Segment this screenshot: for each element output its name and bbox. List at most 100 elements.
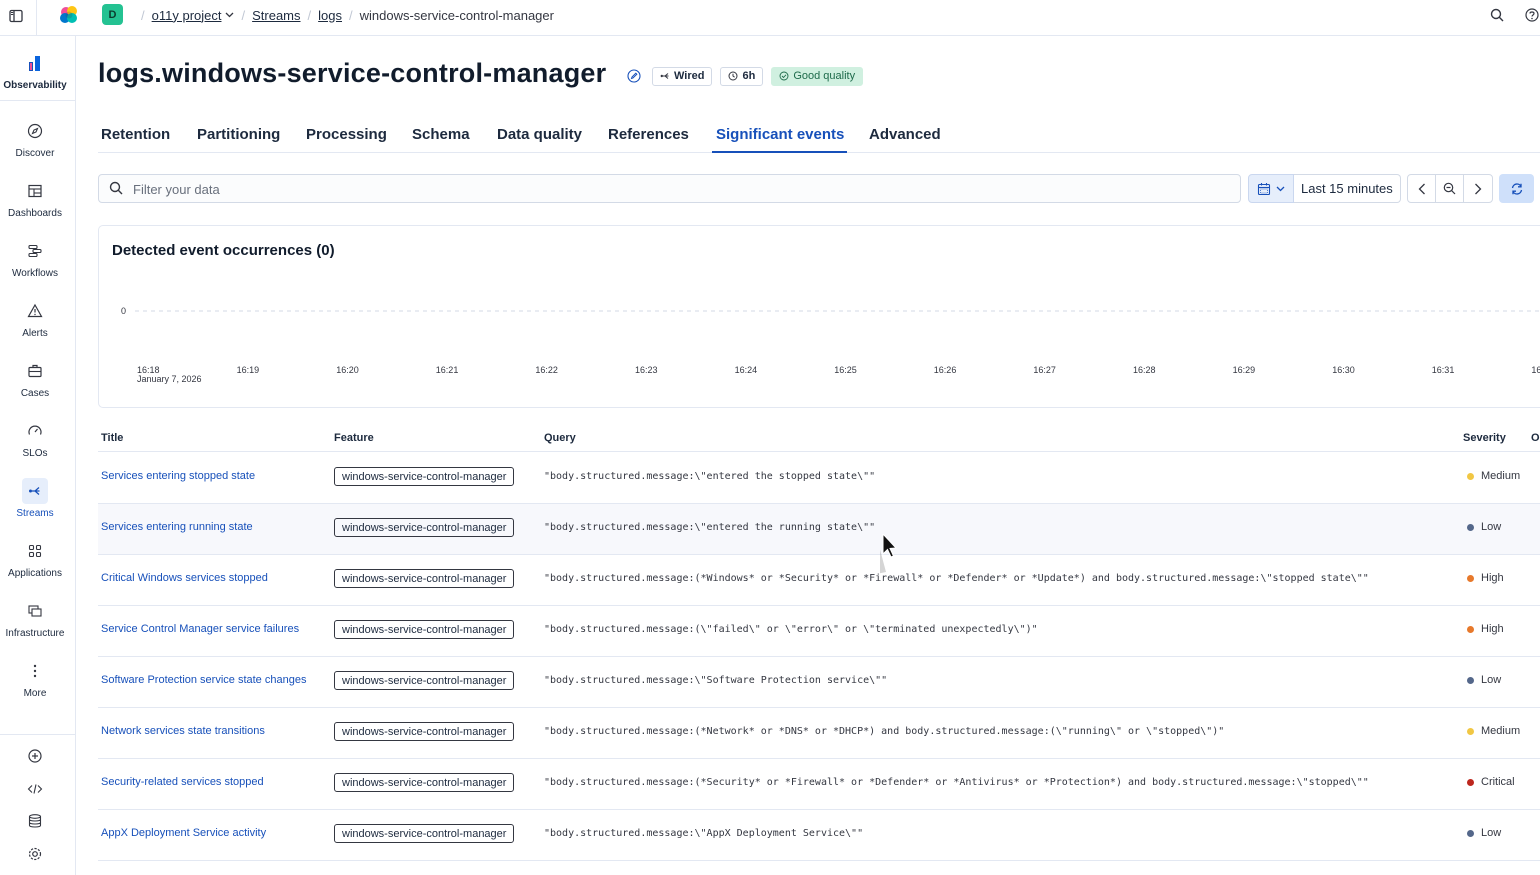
elastic-logo-icon[interactable] — [58, 4, 80, 26]
table-row[interactable]: Service Control Manager service failures… — [98, 606, 1540, 657]
zoom-out-icon — [1443, 182, 1456, 195]
event-title-link[interactable]: AppX Deployment Service activity — [101, 827, 266, 839]
table-row[interactable]: Services entering running state windows-s… — [98, 504, 1540, 555]
quick-select-button[interactable] — [1248, 174, 1294, 203]
table-row[interactable]: Services entering stopped state windows-s… — [98, 453, 1540, 504]
event-title-link[interactable]: Service Control Manager service failures — [101, 623, 299, 635]
feature-badge[interactable]: windows-service-control-manager — [334, 671, 515, 690]
more-icon — [22, 658, 48, 684]
time-nav-group — [1407, 174, 1493, 203]
nav-alerts[interactable]: Alerts — [0, 298, 70, 339]
breadcrumb-logs[interactable]: logs — [318, 8, 342, 23]
severity-dot-icon — [1467, 829, 1474, 837]
table-row[interactable]: Software Protection service state change… — [98, 657, 1540, 708]
nav-more[interactable]: More — [0, 658, 70, 699]
severity-badge: High — [1467, 623, 1504, 635]
event-title-link[interactable]: Critical Windows services stopped — [101, 572, 268, 584]
chevron-right-icon — [1474, 183, 1482, 195]
gear-icon[interactable] — [0, 846, 70, 862]
time-range-button[interactable]: Last 15 minutes — [1294, 174, 1401, 203]
search-icon[interactable] — [1488, 6, 1506, 24]
nav-label: Workflows — [12, 268, 58, 279]
query-text: "body.structured.message:(*Security* or … — [544, 777, 1369, 788]
filter-bar — [98, 174, 1241, 203]
nav-workflows[interactable]: Workflows — [0, 238, 70, 279]
severity-dot-icon — [1467, 472, 1474, 480]
panel-toggle-icon[interactable] — [8, 8, 24, 24]
gauge-icon — [22, 418, 48, 444]
previous-time-button[interactable] — [1408, 175, 1436, 202]
wired-badge: Wired — [652, 66, 713, 86]
table-row[interactable]: Security-related services stopped windows… — [98, 759, 1540, 810]
filter-input[interactable] — [133, 179, 1223, 199]
severity-label: Medium — [1481, 470, 1521, 482]
event-title-link[interactable]: Services entering running state — [101, 521, 253, 533]
query-text: "body.structured.message:\"Software Prot… — [544, 675, 888, 686]
breadcrumb-current: windows-service-control-manager — [359, 7, 554, 23]
feature-badge[interactable]: windows-service-control-manager — [334, 824, 515, 843]
nav-label: Infrastructure — [5, 628, 65, 639]
nav-label: Applications — [8, 568, 62, 579]
nav-discover[interactable]: Discover — [0, 118, 70, 159]
severity-badge: Low — [1467, 521, 1501, 533]
add-data-icon[interactable] — [0, 748, 70, 764]
col-feature[interactable]: Feature — [334, 432, 374, 444]
nav-slos[interactable]: SLOs — [0, 418, 70, 459]
edit-icon[interactable] — [626, 68, 642, 84]
tab-significant-events[interactable]: Significant events — [712, 126, 848, 153]
feature-badge[interactable]: windows-service-control-manager — [334, 773, 515, 792]
tab-advanced[interactable]: Advanced — [869, 126, 941, 151]
severity-label: Low — [1481, 827, 1502, 839]
feature-badge[interactable]: windows-service-control-manager — [334, 569, 515, 588]
table-row[interactable]: Network services state transitions window… — [98, 708, 1540, 759]
nav-observability[interactable]: Observability — [0, 50, 70, 91]
nav-infrastructure[interactable]: Infrastructure — [0, 598, 70, 639]
refresh-button[interactable] — [1499, 174, 1534, 203]
tab-partitioning[interactable]: Partitioning — [197, 126, 280, 151]
col-extra[interactable]: O — [1531, 432, 1540, 444]
tab-retention[interactable]: Retention — [101, 126, 170, 151]
breadcrumb-project[interactable]: o11y project — [152, 8, 222, 23]
col-title[interactable]: Title — [101, 432, 123, 444]
nav-applications[interactable]: Applications — [0, 538, 70, 579]
feature-badge[interactable]: windows-service-control-manager — [334, 620, 515, 639]
tab-data-quality[interactable]: Data quality — [497, 126, 582, 151]
wired-label: Wired — [674, 70, 705, 82]
nav-dashboards[interactable]: Dashboards — [0, 178, 70, 219]
code-icon[interactable] — [0, 781, 70, 797]
query-text: "body.structured.message:\"entered the r… — [544, 522, 876, 533]
nav-label: Streams — [16, 508, 54, 519]
severity-dot-icon — [1467, 778, 1474, 786]
feature-badge[interactable]: windows-service-control-manager — [334, 722, 515, 741]
col-query[interactable]: Query — [544, 432, 576, 444]
table-row[interactable]: Critical Windows services stopped windows… — [98, 555, 1540, 606]
col-severity[interactable]: Severity — [1463, 432, 1506, 444]
event-title-link[interactable]: Security-related services stopped — [101, 776, 264, 788]
tab-references[interactable]: References — [608, 126, 689, 151]
tab-processing[interactable]: Processing — [306, 126, 387, 151]
zoom-out-button[interactable] — [1436, 175, 1464, 202]
event-title-link[interactable]: Network services state transitions — [101, 725, 265, 737]
table-row[interactable]: AppX Deployment Service activity windows-… — [98, 810, 1540, 861]
feature-badge[interactable]: windows-service-control-manager — [334, 467, 515, 486]
severity-badge: Low — [1467, 827, 1501, 839]
breadcrumb-streams[interactable]: Streams — [252, 8, 300, 23]
tab-schema[interactable]: Schema — [412, 126, 470, 151]
project-avatar[interactable]: D — [102, 4, 123, 25]
help-icon[interactable] — [1524, 6, 1540, 24]
chevron-down-icon[interactable] — [225, 10, 234, 21]
event-title-link[interactable]: Software Protection service state change… — [101, 674, 306, 686]
dashboard-icon — [22, 178, 48, 204]
next-time-button[interactable] — [1464, 175, 1492, 202]
query-text: "body.structured.message:(*Windows* or *… — [544, 573, 1369, 584]
severity-label: High — [1481, 572, 1504, 584]
mouse-cursor-icon — [876, 532, 904, 581]
nav-label: More — [23, 688, 47, 699]
event-title-link[interactable]: Services entering stopped state — [101, 470, 255, 482]
nav-streams[interactable]: Streams — [0, 478, 70, 519]
database-icon[interactable] — [0, 813, 70, 829]
feature-badge[interactable]: windows-service-control-manager — [334, 518, 515, 537]
nav-label: Cases — [20, 388, 50, 399]
x-tick-label: 16:30 — [1332, 365, 1355, 375]
nav-cases[interactable]: Cases — [0, 358, 70, 399]
